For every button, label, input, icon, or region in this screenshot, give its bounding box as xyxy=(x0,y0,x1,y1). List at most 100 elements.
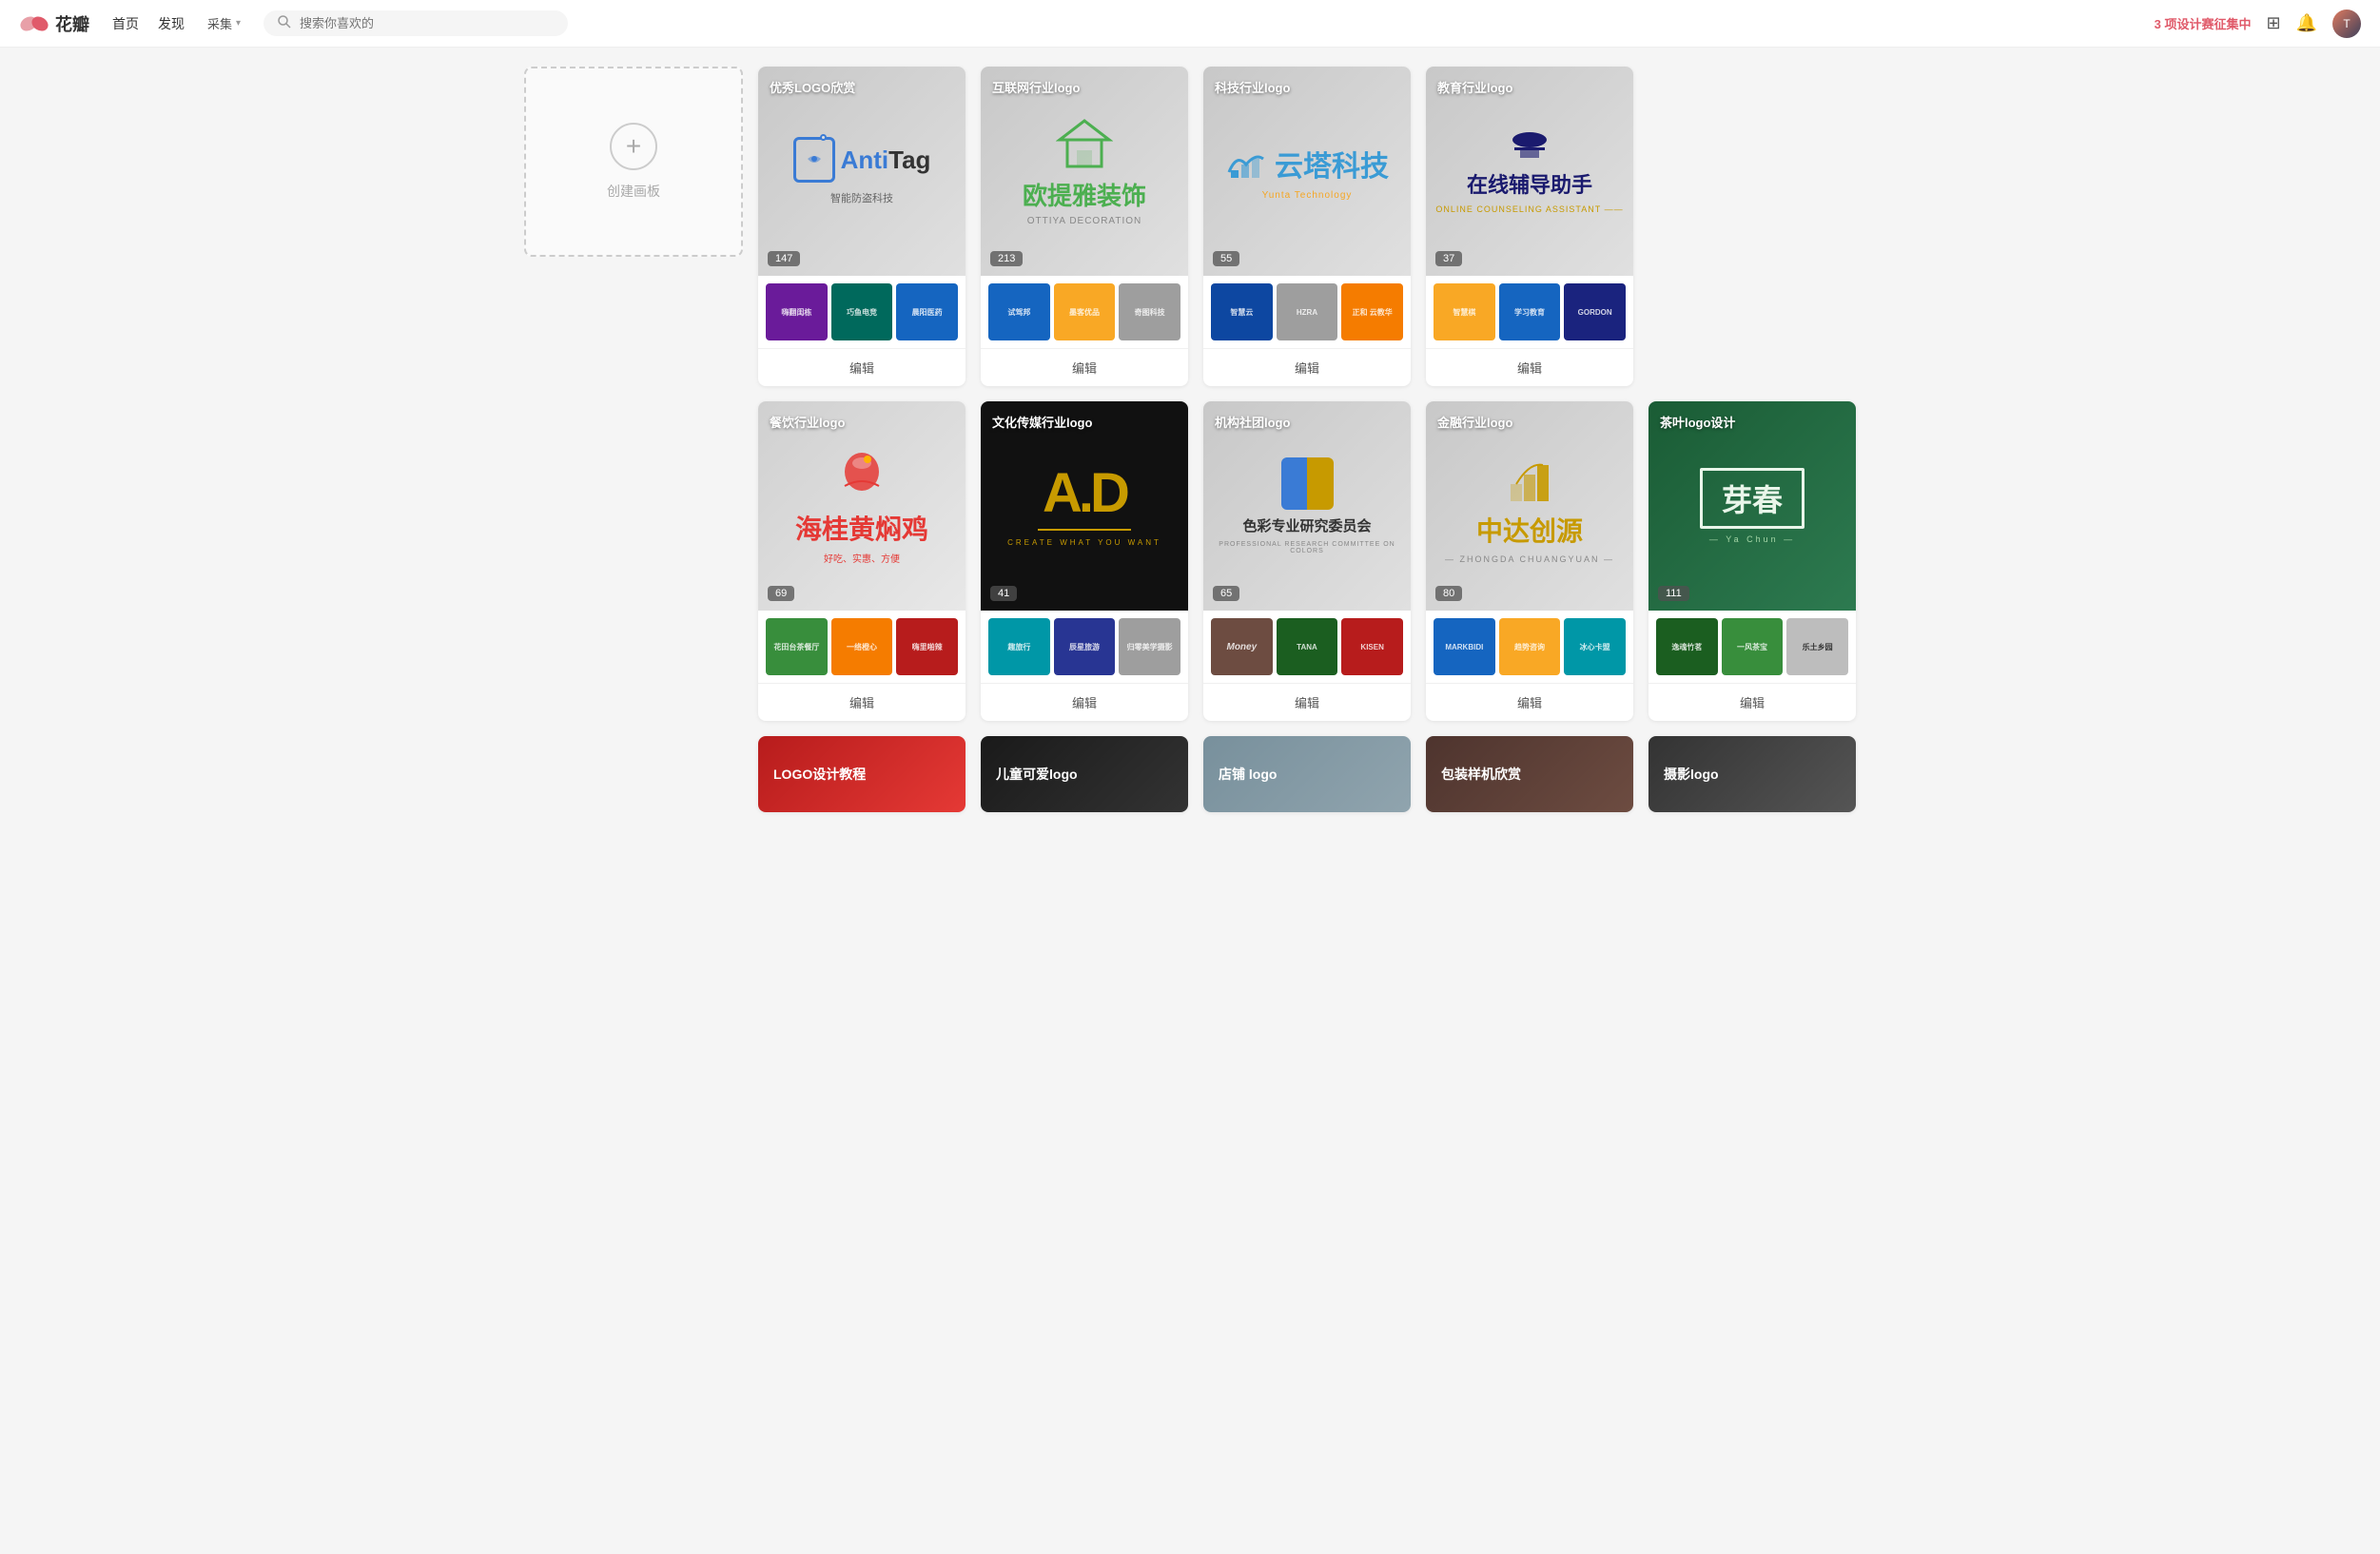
thumb-1: 试驾邦 xyxy=(988,283,1050,340)
edit-button[interactable]: 编辑 xyxy=(758,348,966,386)
card-main-image: 中达创源 — ZHONGDA CHUANGYUAN — xyxy=(1426,401,1633,611)
tea-logo: 芽春 — Ya Chun — xyxy=(1700,468,1805,544)
board-card-tea[interactable]: 芽春 — Ya Chun — 茶叶logo设计 111 逸魂竹茗 一风茶宝 乐土… xyxy=(1648,401,1856,721)
thumb-2: 趋势咨询 xyxy=(1499,618,1561,675)
board-card-food[interactable]: 海桂黄焖鸡 好吃、实惠、方便 餐饮行业logo 69 花田台茶餐厅 一络橙心 嗨… xyxy=(758,401,966,721)
logo-icon xyxy=(19,9,49,39)
thumb-3: 归零美学摄影 xyxy=(1119,618,1180,675)
card-header: 海桂黄焖鸡 好吃、实惠、方便 餐饮行业logo 69 xyxy=(758,401,966,611)
bottom-card-title: LOGO设计教程 xyxy=(773,765,866,784)
card-header: 在线辅导助手 ONLINE COUNSELING ASSISTANT —— 教育… xyxy=(1426,67,1633,276)
thumb-1: 嗨翻闺栋 xyxy=(766,283,828,340)
thumb-3: 嗨里啪辣 xyxy=(896,618,958,675)
sidebar: + 创建画板 xyxy=(524,67,743,812)
logo[interactable]: 花瓣 xyxy=(19,9,89,39)
bell-icon[interactable]: 🔔 xyxy=(2296,13,2317,33)
thumb-2: 辰星旅游 xyxy=(1054,618,1116,675)
thumb-1: 智慧云 xyxy=(1211,283,1273,340)
card-count: 55 xyxy=(1213,251,1239,266)
thumb-money: Money xyxy=(1211,618,1273,675)
card-grid-row3: LOGO设计教程 儿童可爱logo 店铺 logo 包装样机欣赏 xyxy=(758,736,1856,812)
edit-button[interactable]: 编辑 xyxy=(1648,683,1856,721)
edit-button[interactable]: 编辑 xyxy=(758,683,966,721)
nav-right: 3 项设计赛征集中 ⊞ 🔔 T xyxy=(2155,10,2361,38)
board-card-color[interactable]: 色彩专业研究委员会 PROFESSIONAL RESEARCH COMMITTE… xyxy=(1203,401,1411,721)
card-count: 147 xyxy=(768,251,800,266)
edit-button[interactable]: 编辑 xyxy=(1426,683,1633,721)
finance-logo: 中达创源 — ZHONGDA CHUANGYUAN — xyxy=(1445,448,1614,564)
thumb-3: 正和 云教华 xyxy=(1341,283,1403,340)
bottom-card-header: 店铺 logo xyxy=(1203,736,1411,812)
card-thumbnails: Money TANA KISEN xyxy=(1203,611,1411,683)
thumb-3: GORDON xyxy=(1564,283,1626,340)
bottom-card-title: 包装样机欣赏 xyxy=(1441,765,1521,784)
thumb-2: 巧鱼电竞 xyxy=(831,283,893,340)
card-main-image: 芽春 — Ya Chun — xyxy=(1648,401,1856,611)
bottom-card-kids-logo[interactable]: 儿童可爱logo xyxy=(981,736,1188,812)
card-title: 餐饮行业logo xyxy=(770,413,845,431)
card-header: A.D CREATE WHAT YOU WANT 文化传媒行业logo 41 xyxy=(981,401,1188,611)
card-count: 80 xyxy=(1435,586,1462,601)
bottom-card-photo-logo[interactable]: 摄影logo xyxy=(1648,736,1856,812)
card-thumbnails: 逸魂竹茗 一风茶宝 乐土乡园 xyxy=(1648,611,1856,683)
edit-button[interactable]: 编辑 xyxy=(981,683,1188,721)
edit-button[interactable]: 编辑 xyxy=(1203,348,1411,386)
nav-links: 首页 发现 xyxy=(112,14,185,33)
card-main-image: AntiTag 智能防盗科技 xyxy=(758,67,966,276)
bottom-card-packaging[interactable]: 包装样机欣赏 xyxy=(1426,736,1633,812)
board-card-ad[interactable]: A.D CREATE WHAT YOU WANT 文化传媒行业logo 41 趣… xyxy=(981,401,1188,721)
thumb-tana: TANA xyxy=(1277,618,1338,675)
thumb-1: 趣旅行 xyxy=(988,618,1050,675)
edu-logo: 在线辅导助手 ONLINE COUNSELING ASSISTANT —— xyxy=(1435,128,1623,214)
card-title: 教育行业logo xyxy=(1437,78,1512,96)
card-thumbnails: 智慧云 HZRA 正和 云教华 xyxy=(1203,276,1411,348)
thumb-kisen: KISEN xyxy=(1341,618,1403,675)
card-header: 欧提雅装饰 OTTIYA DECORATION 互联网行业logo 213 xyxy=(981,67,1188,276)
card-title: 优秀LOGO欣赏 xyxy=(770,78,855,96)
cta-label[interactable]: 3 项设计赛征集中 xyxy=(2155,14,2252,32)
edit-button[interactable]: 编辑 xyxy=(1426,348,1633,386)
chevron-down-icon: ▾ xyxy=(236,18,241,29)
ottiya-logo: 欧提雅装饰 OTTIYA DECORATION xyxy=(1023,117,1146,226)
card-title: 文化传媒行业logo xyxy=(992,413,1092,431)
board-card-edu[interactable]: 在线辅导助手 ONLINE COUNSELING ASSISTANT —— 教育… xyxy=(1426,67,1633,386)
yunta-logo: 云塔科技 Yunta Technology xyxy=(1225,143,1389,201)
card-thumbnails: 趣旅行 辰星旅游 归零美学摄影 xyxy=(981,611,1188,683)
card-header: 云塔科技 Yunta Technology 科技行业logo 55 xyxy=(1203,67,1411,276)
card-header: 色彩专业研究委员会 PROFESSIONAL RESEARCH COMMITTE… xyxy=(1203,401,1411,611)
bottom-card-shop-logo[interactable]: 店铺 logo xyxy=(1203,736,1411,812)
food-logo: 海桂黄焖鸡 好吃、实惠、方便 xyxy=(795,448,928,565)
card-title: 机构社团logo xyxy=(1215,413,1290,431)
board-card-ottiya[interactable]: 欧提雅装饰 OTTIYA DECORATION 互联网行业logo 213 试驾… xyxy=(981,67,1188,386)
thumb-2: 墨客优品 xyxy=(1054,283,1116,340)
card-count: 65 xyxy=(1213,586,1239,601)
bottom-card-logo-tutorial[interactable]: LOGO设计教程 xyxy=(758,736,966,812)
navigation: 花瓣 首页 发现 采集 ▾ 3 项设计赛征集中 ⊞ 🔔 T xyxy=(0,0,2380,48)
search-box[interactable] xyxy=(263,10,568,36)
search-input[interactable] xyxy=(300,16,555,30)
grid-icon[interactable]: ⊞ xyxy=(2266,13,2280,33)
card-header: 芽春 — Ya Chun — 茶叶logo设计 111 xyxy=(1648,401,1856,611)
edit-button[interactable]: 编辑 xyxy=(981,348,1188,386)
card-count: 37 xyxy=(1435,251,1462,266)
board-card-finance[interactable]: 中达创源 — ZHONGDA CHUANGYUAN — 金融行业logo 80 … xyxy=(1426,401,1633,721)
nav-collect[interactable]: 采集 ▾ xyxy=(207,14,241,32)
card-main-image: A.D CREATE WHAT YOU WANT xyxy=(981,401,1188,611)
thumb-1: 花田台茶餐厅 xyxy=(766,618,828,675)
card-header: AntiTag 智能防盗科技 优秀LOGO欣赏 147 xyxy=(758,67,966,276)
avatar[interactable]: T xyxy=(2332,10,2361,38)
edit-button[interactable]: 编辑 xyxy=(1203,683,1411,721)
antitag-logo: AntiTag 智能防盗科技 xyxy=(793,137,931,205)
search-icon xyxy=(277,14,292,32)
thumb-2: 学习教育 xyxy=(1499,283,1561,340)
board-card-antitag[interactable]: AntiTag 智能防盗科技 优秀LOGO欣赏 147 嗨翻闺栋 巧鱼电竞 晨阳… xyxy=(758,67,966,386)
card-main-image: 欧提雅装饰 OTTIYA DECORATION xyxy=(981,67,1188,276)
card-title: 金融行业logo xyxy=(1437,413,1512,431)
nav-home[interactable]: 首页 xyxy=(112,14,139,33)
nav-discover[interactable]: 发现 xyxy=(158,14,185,33)
board-card-yunta[interactable]: 云塔科技 Yunta Technology 科技行业logo 55 智慧云 HZ… xyxy=(1203,67,1411,386)
card-thumbnails: 试驾邦 墨客优品 奇图科技 xyxy=(981,276,1188,348)
create-board-button[interactable]: + 创建画板 xyxy=(524,67,743,257)
thumb-1: 智慧棋 xyxy=(1434,283,1495,340)
card-count: 41 xyxy=(990,586,1017,601)
